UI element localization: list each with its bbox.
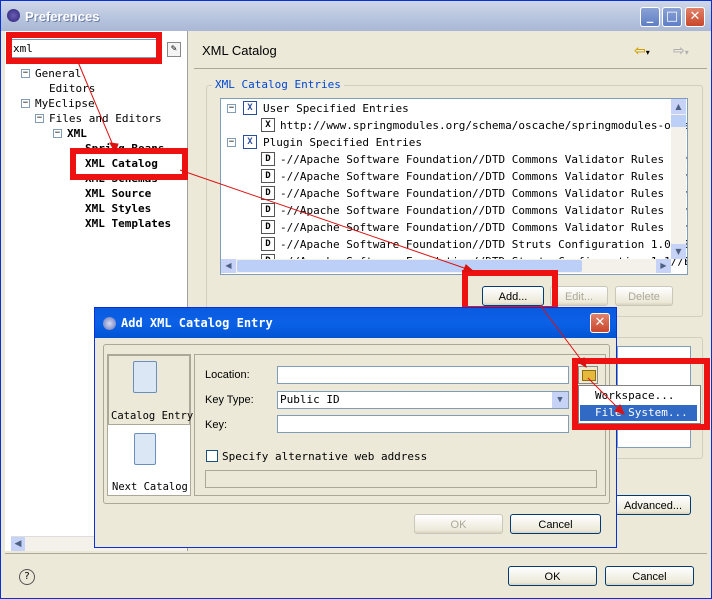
arrowhead [577,357,587,369]
arrow-catalog-to-add [179,169,471,271]
arrowhead [109,142,119,154]
arrow-filter-to-catalog [77,61,116,151]
arrow-add-to-browse [539,304,586,366]
arrowhead [462,264,475,273]
annotation-arrows [77,61,625,415]
arrow-browse-to-filesystem [587,377,623,413]
